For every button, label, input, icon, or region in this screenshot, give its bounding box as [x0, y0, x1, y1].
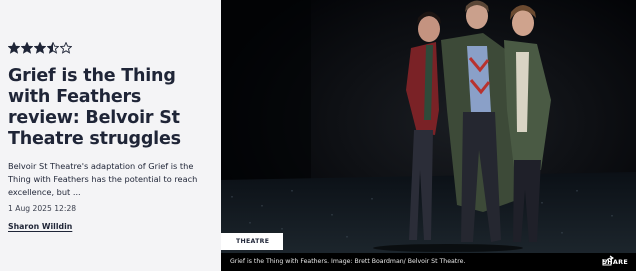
caption-bar: Grief is the Thing with Feathers. Image:…: [221, 253, 636, 271]
star-icon: [8, 42, 20, 54]
author-link[interactable]: Sharon Willdin: [8, 222, 72, 231]
star-icon: [34, 42, 46, 54]
share-icon: [602, 255, 615, 266]
article-standfirst: Belvoir St Theatre's adaptation of Grief…: [8, 161, 198, 197]
category-tag[interactable]: THEATRE: [221, 233, 284, 250]
star-icon: [47, 42, 59, 54]
share-button[interactable]: SHARE: [602, 255, 628, 269]
star-icon: [60, 42, 72, 54]
image-caption: Grief is the Thing with Feathers. Image:…: [230, 258, 466, 265]
article-text-panel: Grief is the Thing with Feathers review:…: [0, 0, 221, 271]
stage-photo: [221, 0, 636, 271]
article-headline[interactable]: Grief is the Thing with Feathers review:…: [8, 66, 213, 150]
star-icon: [21, 42, 33, 54]
hero-image[interactable]: THEATRE Grief is the Thing with Feathers…: [221, 0, 636, 271]
article-date: 1 Aug 2025 12:28: [8, 204, 77, 213]
star-rating: [8, 42, 72, 54]
